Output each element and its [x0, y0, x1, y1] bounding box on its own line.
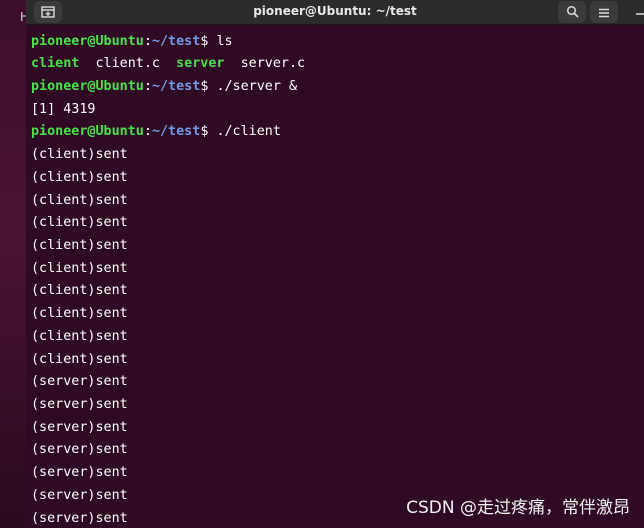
- desktop-background: H: [0, 0, 29, 528]
- output-line: (server)sent: [31, 420, 128, 435]
- output-line: (client)sent: [31, 193, 128, 208]
- output-line: (server)sent: [31, 511, 128, 526]
- terminal-output-area[interactable]: pioneer@Ubuntu:~/test$ ls client client.…: [26, 25, 644, 528]
- search-button[interactable]: [558, 1, 586, 23]
- prompt-user-host: pioneer@Ubuntu: [31, 79, 144, 94]
- output-line: (client)sent: [31, 261, 128, 276]
- output-line: (server)sent: [31, 397, 128, 412]
- output-line: (client)sent: [31, 170, 128, 185]
- prompt-separator: :: [143, 124, 152, 139]
- output-line: (client)sent: [31, 329, 128, 344]
- file-server: server: [176, 56, 225, 71]
- prompt-path: ~/test: [151, 79, 201, 94]
- prompt-dollar: $: [200, 79, 209, 94]
- file-client: client: [31, 56, 80, 71]
- search-icon: [566, 3, 579, 22]
- prompt-user-host: pioneer@Ubuntu: [31, 34, 144, 49]
- prompt-user-host: pioneer@Ubuntu: [31, 124, 144, 139]
- window-title: pioneer@Ubuntu: ~/test: [253, 4, 417, 18]
- output-line: (client)sent: [31, 238, 128, 253]
- terminal-titlebar[interactable]: pioneer@Ubuntu: ~/test: [26, 0, 644, 25]
- output-line: (client)sent: [31, 147, 128, 162]
- prompt-dollar: $: [200, 34, 209, 49]
- prompt-separator: :: [143, 79, 152, 94]
- prompt-line: pioneer@Ubuntu:~/test$ ls: [31, 31, 233, 53]
- file-client-c: client.c: [95, 56, 161, 71]
- prompt-line: pioneer@Ubuntu:~/test$ ./client: [31, 121, 281, 143]
- prompt-path: ~/test: [151, 124, 201, 139]
- command-text: ./client: [216, 124, 281, 139]
- minimize-button[interactable]: [630, 4, 644, 20]
- output-line: (server)sent: [31, 465, 128, 480]
- output-line: (server)sent: [31, 488, 128, 503]
- ls-output-line: client client.c server server.c: [31, 53, 305, 75]
- output-line: (client)sent: [31, 306, 128, 321]
- command-text: ./server &: [216, 79, 298, 94]
- prompt-dollar: $: [200, 124, 209, 139]
- prompt-separator: :: [143, 34, 152, 49]
- prompt-path: ~/test: [151, 34, 201, 49]
- output-line: (client)sent: [31, 283, 128, 298]
- command-text: ls: [216, 34, 233, 49]
- output-line: (client)sent: [31, 215, 128, 230]
- output-line: (server)sent: [31, 374, 128, 389]
- output-line: (server)sent: [31, 442, 128, 457]
- prompt-line: pioneer@Ubuntu:~/test$ ./server &: [31, 76, 297, 98]
- csdn-watermark: CSDN @走过疼痛，常伴激昂: [406, 498, 630, 518]
- job-output-line: [1] 4319: [31, 102, 96, 117]
- file-server-c: server.c: [240, 56, 306, 71]
- minimize-icon: [630, 5, 644, 24]
- hamburger-menu-icon: [598, 3, 610, 22]
- menu-button[interactable]: [590, 1, 618, 23]
- output-line: (client)sent: [31, 352, 128, 367]
